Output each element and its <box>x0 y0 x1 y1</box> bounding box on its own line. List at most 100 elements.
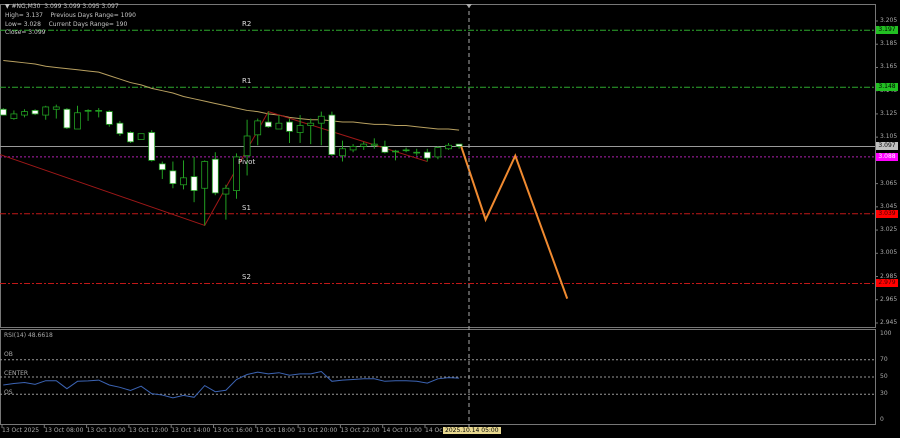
candle-body <box>148 132 156 161</box>
candle-body <box>402 149 410 152</box>
candle-body <box>201 161 209 189</box>
low-value: Low= 3.028 <box>5 21 41 28</box>
candle-body <box>317 115 325 124</box>
candle-body <box>349 146 357 151</box>
rsi-axis-label: 100 <box>880 330 892 337</box>
candle-body <box>360 143 368 147</box>
rsi-axis-label: 70 <box>880 355 888 363</box>
close-value: Close= 3.099 <box>5 29 46 36</box>
candle-body <box>307 122 315 126</box>
symbol-ohlc: ▼ #NG,M30 3.099 3.099 3.095 3.097 <box>5 3 119 10</box>
price-chart[interactable] <box>0 0 900 438</box>
time-axis-label: 13 Oct 14:00 <box>171 427 211 434</box>
candle-body <box>42 106 50 116</box>
time-axis-label: 13 Oct 12:00 <box>128 427 169 434</box>
rsi-axis-label: 30 <box>880 390 888 398</box>
candle-body <box>31 110 39 115</box>
price-axis-label: 3.065 <box>880 179 898 187</box>
candle-body <box>455 143 463 147</box>
candle-body <box>370 143 378 146</box>
time-axis-label: 14 Oc <box>425 427 443 434</box>
time-axis-label: 14 Oct 01:00 <box>382 427 422 434</box>
candle-body <box>445 144 452 150</box>
candle-body <box>286 121 293 132</box>
time-axis-label: 13 Oct 2025 <box>2 427 40 434</box>
price-axis-label: 3.045 <box>880 202 898 210</box>
high-info: High= 3.137 Previous Days Range= 1090 <box>5 12 136 19</box>
projection-line <box>460 146 569 299</box>
low-info: Low= 3.028 Current Days Range= 190 <box>5 21 127 28</box>
candle-body <box>63 108 71 129</box>
cursor-time-label: 2025.10.14 05:00 <box>443 427 501 434</box>
candle-body <box>137 133 145 140</box>
time-axis-label: 13 Oct 10:00 <box>86 427 126 434</box>
candle-body <box>74 112 81 130</box>
candle-body <box>423 151 431 159</box>
level-label-s1: S1 <box>242 203 251 212</box>
level-label-pivot: Pivot <box>238 157 256 166</box>
candle-body <box>116 122 124 135</box>
rsi-line <box>3 370 460 399</box>
rsi-os-label: OS <box>4 389 13 396</box>
candle-body <box>52 106 60 110</box>
candle-body <box>180 177 187 186</box>
candle-body <box>211 158 219 194</box>
candle-body <box>381 146 389 153</box>
candle-body <box>339 148 346 157</box>
main-pane-frame <box>0 4 876 328</box>
price-axis-label: 3.105 <box>880 133 898 141</box>
candle-body <box>21 111 28 116</box>
price-axis-label: 3.165 <box>880 63 898 71</box>
time-axis-label: 13 Oct 16:00 <box>213 427 253 434</box>
prev-range: Previous Days Range= 1090 <box>50 12 136 19</box>
moving-average-line <box>3 59 460 131</box>
level-label-r2: R2 <box>242 20 252 29</box>
candle-body <box>105 111 113 125</box>
time-axis-label: 13 Oct 18:00 <box>255 427 295 434</box>
price-axis-label: 2.965 <box>880 295 898 303</box>
high-value: High= 3.137 <box>5 12 43 19</box>
level-label-r1: R1 <box>242 77 252 86</box>
symbol-line: #NG,M30 3.099 3.099 3.095 3.097 <box>11 3 119 10</box>
price-axis-label: 3.125 <box>880 109 898 117</box>
rsi-axis-label: 0 <box>880 416 884 423</box>
candle-body <box>434 147 442 158</box>
level-price-tag: 3.088 <box>876 152 898 161</box>
candle-body <box>0 108 7 116</box>
time-axis-label: 13 Oct 08:00 <box>44 427 84 434</box>
candle-body <box>10 113 18 119</box>
price-axis-label: 2.985 <box>880 272 898 280</box>
price-axis-label: 3.205 <box>880 17 898 24</box>
candle-body <box>169 170 177 185</box>
candle-body <box>328 114 336 155</box>
cursor-marker-icon <box>466 4 472 8</box>
candle-body <box>222 187 230 195</box>
price-axis-label: 3.025 <box>880 226 898 234</box>
candle-body <box>84 110 92 112</box>
rsi-ob-label: OB <box>4 351 13 358</box>
price-axis-label: 3.185 <box>880 40 898 48</box>
level-price-tag: 2.979 <box>876 279 898 288</box>
current-price-tag: 3.097 <box>876 142 898 151</box>
candle-body <box>190 176 198 191</box>
level-price-tag: 3.148 <box>876 83 898 92</box>
candle-body <box>158 163 166 171</box>
time-axis-label: 13 Oct 22:00 <box>340 427 380 434</box>
level-label-s2: S2 <box>242 273 251 282</box>
candle-body <box>275 122 283 130</box>
candle-body <box>127 132 134 143</box>
rsi-center-label: CENTER <box>4 370 29 377</box>
rsi-title: RSI(14) 48.6618 <box>4 332 53 339</box>
candle-body <box>95 110 103 112</box>
candle-body <box>243 135 251 157</box>
price-axis-label: 3.005 <box>880 249 898 257</box>
level-price-tag: 3.197 <box>876 26 898 35</box>
level-price-tag: 3.039 <box>876 209 898 218</box>
price-axis-label: 2.945 <box>880 318 898 326</box>
candle-body <box>296 125 304 133</box>
candle-body <box>264 121 272 128</box>
rsi-axis-label: 50 <box>880 373 888 380</box>
time-axis-label: 13 Oct 20:00 <box>298 427 338 434</box>
candle-body <box>392 150 399 153</box>
current-range: Current Days Range= 190 <box>48 21 128 28</box>
